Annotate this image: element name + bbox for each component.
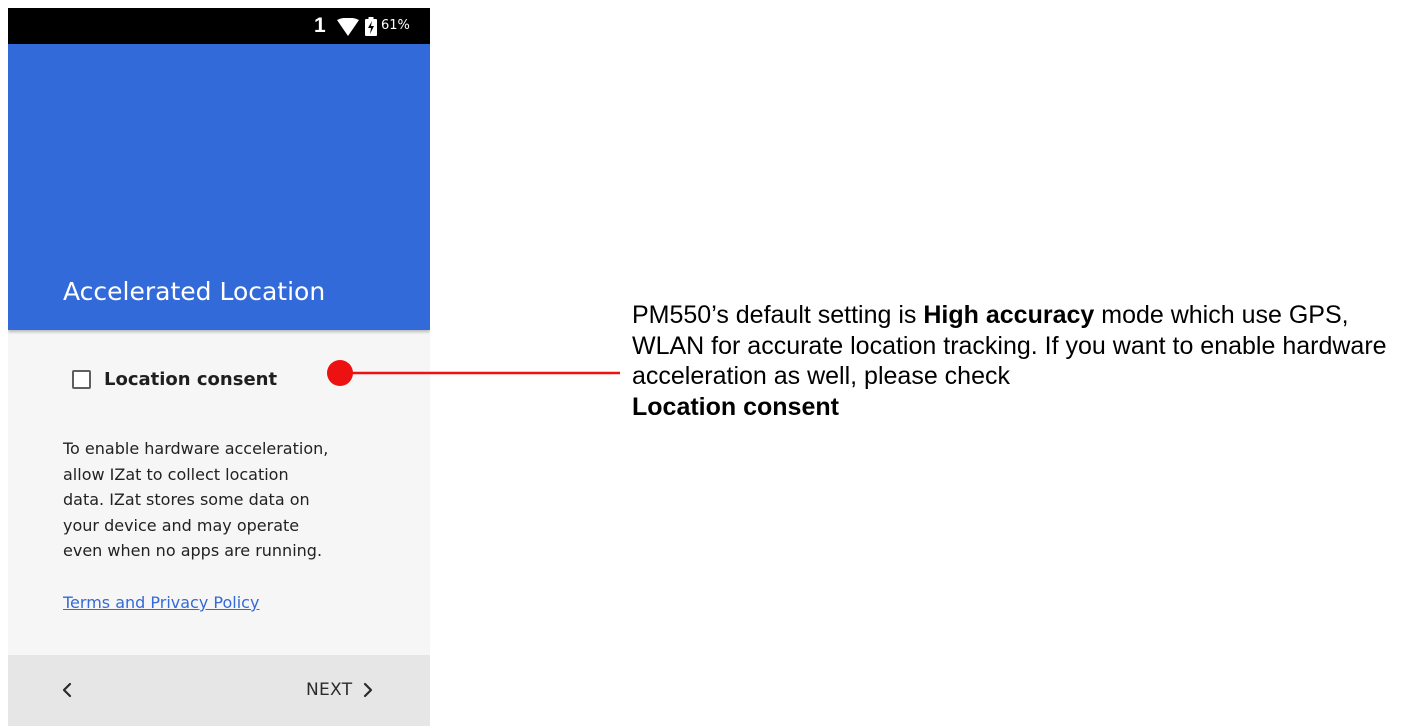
wifi-icon <box>337 18 359 36</box>
bottom-navigation: NEXT <box>8 655 430 726</box>
location-consent-label[interactable]: Location consent <box>104 369 277 390</box>
description-line: allow IZat to collect location <box>63 464 289 484</box>
location-consent-checkbox[interactable] <box>72 369 91 389</box>
battery-charging-icon <box>365 17 377 36</box>
battery-percent: 61% <box>381 18 410 33</box>
consent-description: To enable hardware acceleration, allow I… <box>63 436 403 564</box>
terms-privacy-link[interactable]: Terms and Privacy Policy <box>63 590 259 616</box>
next-button[interactable]: NEXT <box>306 677 376 703</box>
status-bar: 1 61% <box>8 8 430 44</box>
page: 1 61% Accelerated Location Location cons… <box>0 0 1411 726</box>
sim-indicator: 1 <box>314 14 326 37</box>
header-banner: Accelerated Location <box>8 44 430 330</box>
chevron-right-icon <box>364 682 373 698</box>
callout-bold-high-accuracy: High accuracy <box>923 301 1095 329</box>
description-line: even when no apps are running. <box>63 541 323 561</box>
back-button[interactable] <box>54 677 80 703</box>
description-line: To enable hardware acceleration, <box>63 439 329 458</box>
callout-annotation: PM550’s default setting is High accuracy… <box>632 300 1402 422</box>
location-consent-option[interactable]: Location consent <box>72 364 277 394</box>
description-line: your device and may operate <box>63 515 300 535</box>
callout-marker-dot <box>327 360 353 386</box>
callout-bold-location-consent: Location consent <box>632 392 839 421</box>
description-line: data. IZat stores some data on <box>63 490 310 510</box>
chevron-left-icon <box>62 682 72 698</box>
callout-connector <box>327 360 620 386</box>
next-label: NEXT <box>306 680 353 700</box>
callout-text-segment: PM550’s default setting is <box>632 301 924 329</box>
page-title: Accelerated Location <box>63 277 326 306</box>
